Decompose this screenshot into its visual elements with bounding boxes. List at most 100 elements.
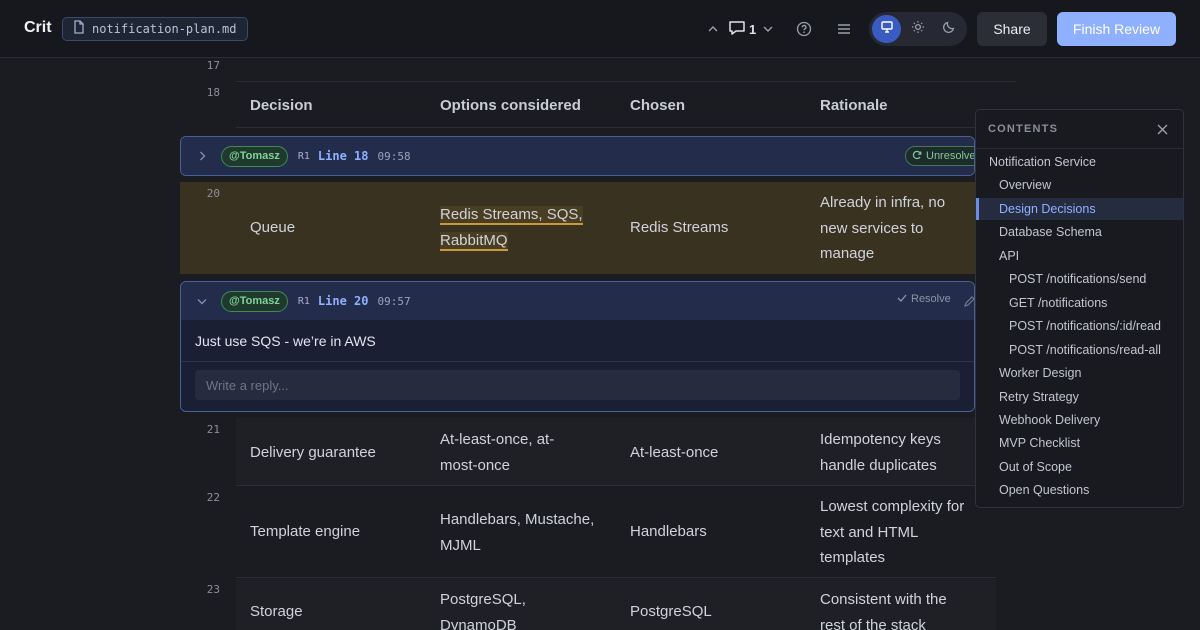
options-line: At-least-once, at- xyxy=(440,431,555,448)
toc-item[interactable]: MVP Checklist xyxy=(976,432,1183,454)
file-icon xyxy=(73,19,85,39)
contents-title: CONTENTS xyxy=(988,123,1059,135)
rationale-line: Lowest complexity for xyxy=(820,498,965,515)
cell-options: Handlebars, Mustache, MJML xyxy=(440,507,594,558)
theme-dark-button[interactable] xyxy=(935,15,964,43)
theme-switcher xyxy=(869,12,967,46)
line-reference[interactable]: Line 18 xyxy=(318,149,369,163)
pencil-icon[interactable] xyxy=(963,295,974,313)
toc-item[interactable]: API xyxy=(976,245,1183,267)
rationale-line: Idempotency keys xyxy=(820,431,941,448)
top-bar: Crit notification-plan.md 1 Share Finish… xyxy=(0,0,1200,58)
options-line: PostgreSQL, xyxy=(440,591,526,608)
chevron-down-icon[interactable] xyxy=(195,298,209,305)
rationale-line: text and HTML xyxy=(820,523,919,541)
line-number: 21 xyxy=(206,423,220,436)
author-badge[interactable]: @Tomasz xyxy=(221,290,288,312)
comment-count: 1 xyxy=(749,21,757,37)
toc-item[interactable]: Webhook Delivery xyxy=(976,409,1183,431)
share-button[interactable]: Share xyxy=(977,12,1047,46)
revision-tag: R1 xyxy=(297,150,310,162)
highlighted-text[interactable]: Redis Streams, SQS, xyxy=(440,206,583,225)
comment-time: 09:57 xyxy=(377,294,411,308)
line-number: 20 xyxy=(206,187,220,200)
close-icon[interactable] xyxy=(1154,121,1170,137)
cell-decision: Template engine xyxy=(250,523,361,540)
toc-item[interactable]: Worker Design xyxy=(976,362,1183,384)
toc-item[interactable]: Notification Service xyxy=(976,151,1183,173)
toc-item-active[interactable]: Design Decisions xyxy=(976,198,1183,220)
column-header: Chosen xyxy=(630,97,686,114)
revision-tag: R1 xyxy=(297,295,310,307)
cell-options: PostgreSQL, DynamoDB xyxy=(440,587,526,630)
toc-item[interactable]: GET /notifications xyxy=(976,292,1183,314)
cell-chosen: At-least-once xyxy=(630,444,719,461)
toc-item[interactable]: Overview xyxy=(976,174,1183,196)
options-line: DynamoDB xyxy=(440,616,517,630)
unresolve-label: Unresolve xyxy=(926,150,975,162)
theme-system-button[interactable] xyxy=(872,15,902,43)
cell-rationale: Already in infra, no new services to man… xyxy=(820,190,945,267)
comment-card[interactable]: @Tomasz R1 Line 18 09:58 Unresolve xyxy=(180,136,975,176)
theme-light-button[interactable] xyxy=(903,15,932,43)
toc-item[interactable]: Open Questions xyxy=(976,479,1183,501)
options-line: Handlebars, Mustache, xyxy=(440,511,595,528)
comment-time: 09:58 xyxy=(377,149,411,163)
comment-icon xyxy=(728,20,746,39)
line-number: 22 xyxy=(206,491,220,504)
column-header: Rationale xyxy=(820,97,888,114)
author-badge[interactable]: @Tomasz xyxy=(221,145,288,167)
options-line: most-once xyxy=(440,456,511,474)
chevron-down-icon[interactable] xyxy=(761,18,775,40)
toc-item[interactable]: POST /notifications/send xyxy=(976,268,1183,290)
highlighted-text[interactable]: RabbitMQ xyxy=(440,231,508,251)
comment-header: @Tomasz R1 Line 18 09:58 Unresolve xyxy=(181,137,974,175)
file-name: notification-plan.md xyxy=(92,22,237,36)
app-brand: Crit xyxy=(24,19,52,36)
comment-count-button[interactable]: 1 xyxy=(728,18,756,40)
moon-icon xyxy=(942,20,956,39)
rationale-line: Consistent with the xyxy=(820,591,947,608)
rationale-line: new services to xyxy=(820,219,924,237)
divider xyxy=(976,148,1183,149)
help-icon[interactable] xyxy=(795,18,813,40)
cell-rationale: Lowest complexity for text and HTML temp… xyxy=(820,494,964,571)
column-header: Options considered xyxy=(440,97,581,114)
resolve-label: Resolve xyxy=(911,293,951,305)
refresh-icon xyxy=(912,150,922,163)
cell-chosen: PostgreSQL xyxy=(630,603,712,620)
unresolve-button[interactable]: Unresolve xyxy=(905,146,975,166)
monitor-icon xyxy=(880,20,894,39)
cell-options: At-least-once, at- most-once xyxy=(440,427,554,478)
cell-decision: Storage xyxy=(250,603,303,620)
menu-icon[interactable] xyxy=(836,18,852,40)
cell-decision: Queue xyxy=(250,219,296,236)
rationale-line: handle duplicates xyxy=(820,456,937,474)
toc-item[interactable]: POST /notifications/:id/read xyxy=(976,315,1183,337)
cell-options[interactable]: Redis Streams, SQS, RabbitMQ xyxy=(440,202,583,253)
resolve-button[interactable]: Resolve xyxy=(897,293,951,305)
reply-area: Write a reply... xyxy=(181,361,974,410)
toc-item[interactable]: POST /notifications/read-all xyxy=(976,339,1183,361)
rationale-line: rest of the stack xyxy=(820,616,926,630)
check-icon xyxy=(897,293,907,305)
toc-item[interactable]: Out of Scope xyxy=(976,456,1183,478)
cell-decision: Delivery guarantee xyxy=(250,444,376,461)
cell-chosen: Redis Streams xyxy=(630,219,729,236)
cell-rationale: Idempotency keys handle duplicates xyxy=(820,427,941,478)
comment-card[interactable]: @Tomasz R1 Line 20 09:57 Resolve Just us… xyxy=(180,281,975,412)
chevron-up-icon[interactable] xyxy=(706,18,720,40)
reply-input[interactable]: Write a reply... xyxy=(195,370,960,400)
rationale-line: templates xyxy=(820,549,886,566)
line-number: 18 xyxy=(206,86,220,99)
comment-text: Just use SQS - we’re in AWS xyxy=(195,333,376,349)
file-chip[interactable]: notification-plan.md xyxy=(62,17,248,41)
contents-panel: CONTENTS Notification Service Overview D… xyxy=(975,109,1184,508)
line-reference[interactable]: Line 20 xyxy=(318,294,369,308)
finish-review-button[interactable]: Finish Review xyxy=(1057,12,1176,46)
chevron-right-icon[interactable] xyxy=(195,151,209,161)
sun-icon xyxy=(911,20,925,39)
line-number: 23 xyxy=(206,583,220,596)
toc-item[interactable]: Retry Strategy xyxy=(976,386,1183,408)
toc-item[interactable]: Database Schema xyxy=(976,221,1183,243)
